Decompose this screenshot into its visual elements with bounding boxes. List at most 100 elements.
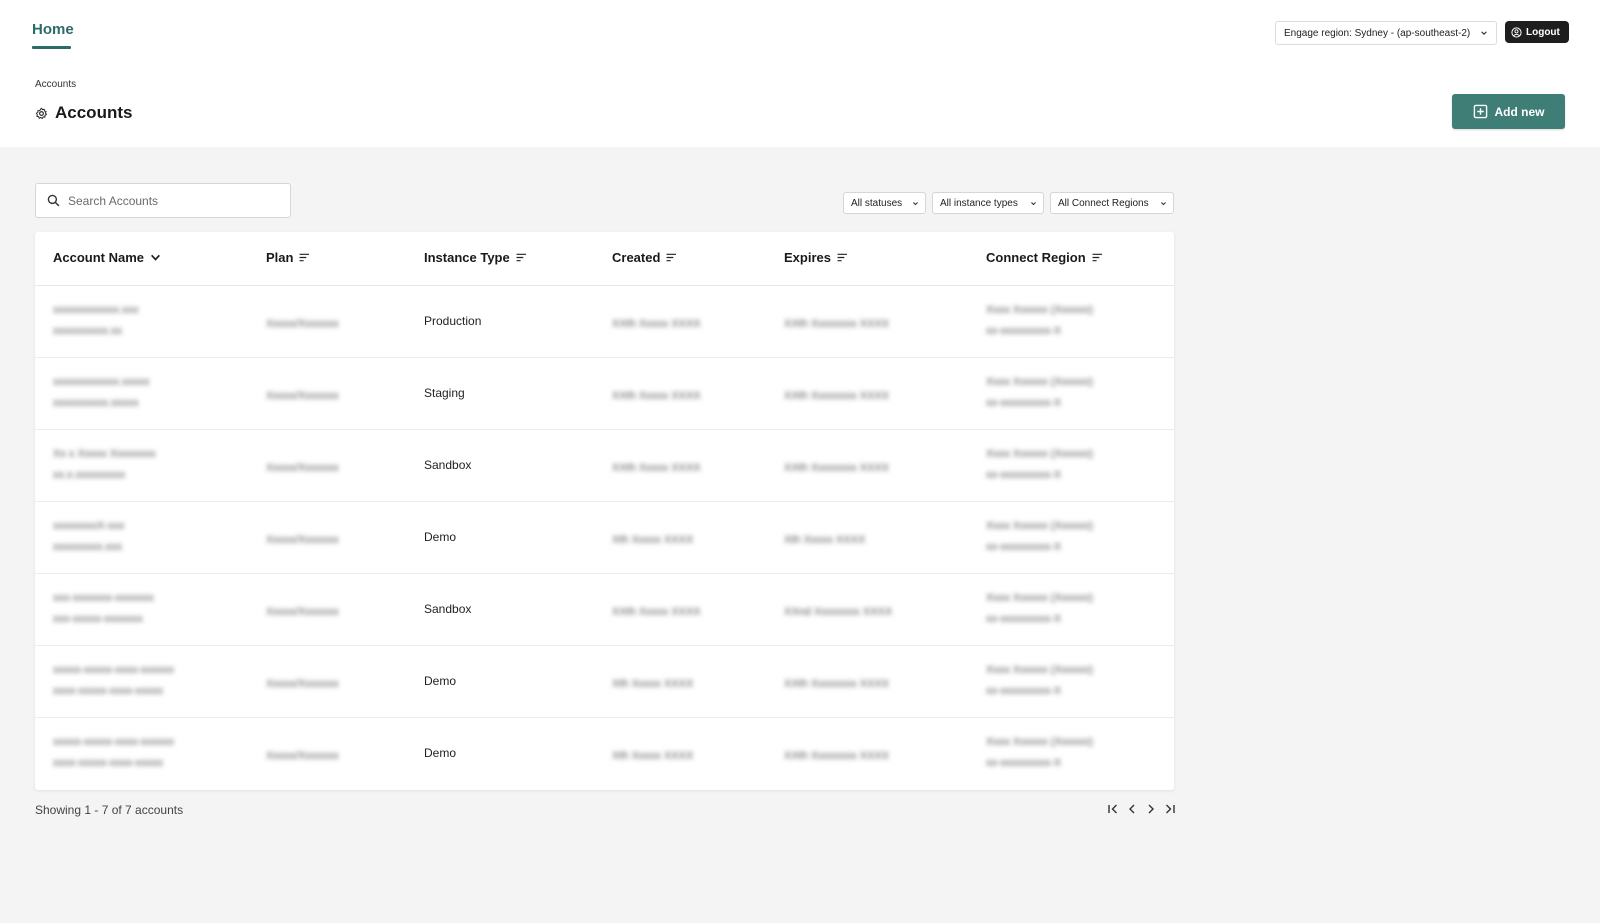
chevron-down-icon <box>151 254 161 261</box>
plus-square-icon <box>1473 104 1487 119</box>
table-row[interactable]: Xx x Xxxxx Xxxxxxxx xx.x.xxxxxxxxx Xxxxx/X… <box>35 430 1174 502</box>
cell-connect-region: Xxxx Xxxxxx (Xxxxxx) xx-xxxxxxxxx-X <box>986 588 1093 630</box>
column-label: Plan <box>266 250 294 265</box>
search-accounts-box[interactable] <box>35 183 291 218</box>
cell-account-name: xxxxx-xxxxx-xxxx-xxxxxx xxxx-xxxxx-xxxx-x… <box>53 660 174 702</box>
table-row[interactable]: xxx-xxxxxxx-xxxxxxx xxx-xxxxx-xxxxxxx Xxxx… <box>35 574 1174 646</box>
chevron-down-icon <box>913 202 918 206</box>
cell-account-name-line1: Xx x Xxxxx Xxxxxxxx <box>53 448 156 460</box>
cell-account-name: xxxxxxxxxxxx.xxxxx xxxxxxxxxx.xxxxx <box>53 372 150 414</box>
accounts-table: Account Name Plan Instance Type Created … <box>35 232 1174 790</box>
gear-icon <box>35 107 48 119</box>
column-header-created[interactable]: Created <box>612 250 677 265</box>
cell-account-name: Xx x Xxxxx Xxxxxxxx xx.x.xxxxxxxxx <box>53 444 156 486</box>
engage-region-select[interactable]: Engage region: Sydney - (ap-southeast-2) <box>1275 21 1497 45</box>
search-input[interactable] <box>68 193 268 208</box>
cell-created: Xth Xxxxx XXXX <box>612 534 694 546</box>
next-page-icon[interactable] <box>1144 801 1157 816</box>
cell-connect-region: Xxxx Xxxxxx (Xxxxxx) xx-xxxxxxxxx-X <box>986 372 1093 414</box>
first-page-icon[interactable] <box>1106 801 1119 816</box>
column-header-account-name[interactable]: Account Name <box>53 250 161 265</box>
chevron-down-icon <box>1481 31 1487 35</box>
cell-account-name-line2: xxxxxxxxx.xxx <box>53 541 123 553</box>
cell-plan: Xxxxx/Xxxxxxx <box>266 678 339 690</box>
sort-lines-icon <box>666 253 677 262</box>
table-header: Account Name Plan Instance Type Created … <box>35 232 1174 286</box>
table-row[interactable]: xxxxx-xxxxx-xxxx-xxxxxx xxxx-xxxxx-xxxx-x… <box>35 646 1174 718</box>
cell-connect-region-line1: Xxxx Xxxxxx (Xxxxxx) <box>986 736 1093 748</box>
column-header-instance-type[interactable]: Instance Type <box>424 250 527 265</box>
cell-connect-region-line2: xx-xxxxxxxxx-X <box>986 757 1062 769</box>
cell-expires: XXth Xxxxxxxx XXXX <box>784 462 890 474</box>
add-new-label: Add new <box>1494 104 1545 119</box>
cell-expires: XXth Xxxxxxxx XXXX <box>784 390 890 402</box>
cell-plan: Xxxxx/Xxxxxxx <box>266 462 339 474</box>
column-header-connect-region[interactable]: Connect Region <box>986 250 1103 265</box>
cell-account-name: xxxxxxxxxxxx.xxx xxxxxxxxxx.xx <box>53 300 139 342</box>
table-row[interactable]: xxxxx-xxxxx-xxxx-xxxxxx xxxx-xxxxx-xxxx-x… <box>35 718 1174 790</box>
column-label: Created <box>612 250 661 265</box>
cell-account-name-line1: xxxxx-xxxxx-xxxx-xxxxxx <box>53 664 174 676</box>
cell-account-name-line2: xxxx-xxxxx-xxxx-xxxxx <box>53 685 163 697</box>
cell-connect-region: Xxxx Xxxxxx (Xxxxxx) xx-xxxxxxxxx-X <box>986 660 1093 702</box>
cell-connect-region: Xxxx Xxxxxx (Xxxxxx) xx-xxxxxxxxx-X <box>986 732 1093 774</box>
page-title: Accounts <box>55 103 133 122</box>
engage-region-label: Engage region: Sydney - (ap-southeast-2) <box>1284 27 1471 39</box>
cell-connect-region-line2: xx-xxxxxxxxx-X <box>986 397 1062 409</box>
pagination-controls <box>1106 801 1176 816</box>
cell-account-name: xxx-xxxxxxx-xxxxxxx xxx-xxxxx-xxxxxxx <box>53 588 154 630</box>
cell-account-name-line2: xxxxxxxxxx.xxxxx <box>53 397 139 409</box>
status-filter[interactable]: All statuses <box>843 192 926 214</box>
instance-type-filter-label: All instance types <box>940 197 1018 209</box>
previous-page-icon[interactable] <box>1125 801 1138 816</box>
cell-connect-region-line1: Xxxx Xxxxxx (Xxxxxx) <box>986 304 1093 316</box>
header-bar: Home Engage region: Sydney - (ap-southea… <box>0 0 1600 147</box>
cell-connect-region-line1: Xxxx Xxxxxx (Xxxxxx) <box>986 520 1093 532</box>
cell-created: XXth Xxxxx XXXX <box>612 606 701 618</box>
cell-plan: Xxxxx/Xxxxxxx <box>266 534 339 546</box>
last-page-icon[interactable] <box>1163 801 1176 816</box>
sort-lines-icon <box>300 253 310 262</box>
pagination-summary: Showing 1 - 7 of 7 accounts <box>35 803 184 817</box>
cell-plan: Xxxxx/Xxxxxxx <box>266 750 339 762</box>
cell-created: Xth Xxxxx XXXX <box>612 678 694 690</box>
column-label: Account Name <box>53 250 145 265</box>
cell-expires: XXth Xxxxxxxx XXXX <box>784 750 890 762</box>
add-new-button[interactable]: Add new <box>1452 94 1565 129</box>
cell-connect-region-line2: xx-xxxxxxxxx-X <box>986 613 1062 625</box>
column-header-expires[interactable]: Expires <box>784 250 848 265</box>
table-row[interactable]: xxxxxxxxX-xxx xxxxxxxxx.xxx Xxxxx/Xxxxxxx D… <box>35 502 1174 574</box>
breadcrumb[interactable]: Accounts <box>35 79 76 90</box>
cell-connect-region: Xxxx Xxxxxx (Xxxxxx) xx-xxxxxxxxx-X <box>986 444 1093 486</box>
cell-connect-region-line2: xx-xxxxxxxxx-X <box>986 469 1062 481</box>
cell-connect-region: Xxxx Xxxxxx (Xxxxxx) xx-xxxxxxxxx-X <box>986 300 1093 342</box>
instance-type-filter[interactable]: All instance types <box>932 192 1044 214</box>
cell-instance-type: Demo <box>424 746 457 760</box>
table-row[interactable]: xxxxxxxxxxxx.xxx xxxxxxxxxx.xx Xxxxx/Xxxxx… <box>35 286 1174 358</box>
cell-account-name-line1: xxxxxxxxX-xxx <box>53 520 125 532</box>
cell-account-name-line1: xxxxxxxxxxxx.xxxxx <box>53 376 150 388</box>
nav-home-link[interactable]: Home <box>32 21 74 38</box>
cell-connect-region-line2: xx-xxxxxxxxx-X <box>986 541 1062 553</box>
logout-button[interactable]: Logout <box>1505 21 1569 43</box>
column-header-plan[interactable]: Plan <box>266 250 310 265</box>
cell-account-name-line2: xx.x.xxxxxxxxx <box>53 469 126 481</box>
column-label: Connect Region <box>986 250 1086 265</box>
chevron-down-icon <box>1031 202 1036 206</box>
cell-account-name: xxxxx-xxxxx-xxxx-xxxxxx xxxx-xxxxx-xxxx-x… <box>53 732 174 774</box>
cell-plan: Xxxxx/Xxxxxxx <box>266 606 339 618</box>
status-filter-label: All statuses <box>851 197 903 209</box>
sort-lines-icon <box>1092 253 1102 262</box>
sort-lines-icon <box>837 253 847 262</box>
cell-account-name-line2: xxx-xxxxx-xxxxxxx <box>53 613 143 625</box>
cell-expires: XXth Xxxxxxxx XXXX <box>784 678 890 690</box>
cell-expires: XXnd Xxxxxxxx XXXX <box>784 606 893 618</box>
cell-account-name-line2: xxxx-xxxxx-xxxx-xxxxx <box>53 757 163 769</box>
cell-instance-type: Demo <box>424 674 457 688</box>
connect-region-filter[interactable]: All Connect Regions <box>1050 192 1174 214</box>
table-row[interactable]: xxxxxxxxxxxx.xxxxx xxxxxxxxxx.xxxxx Xxxxx/… <box>35 358 1174 430</box>
cell-expires: XXth Xxxxxxxx XXXX <box>784 318 890 330</box>
search-icon <box>47 194 60 207</box>
cell-account-name-line2: xxxxxxxxxx.xx <box>53 325 123 337</box>
column-label: Expires <box>784 250 831 265</box>
